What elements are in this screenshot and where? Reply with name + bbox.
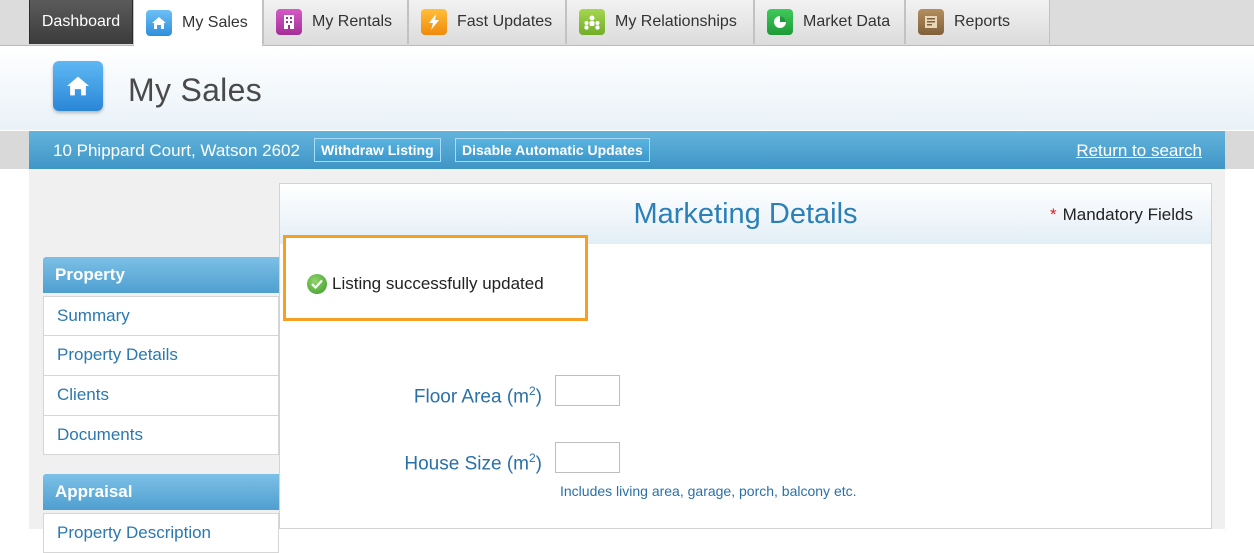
listing-bar: 10 Phippard Court, Watson 2602 Withdraw … — [0, 131, 1254, 169]
home-icon — [53, 61, 103, 111]
people-icon — [579, 9, 605, 35]
house-size-input[interactable] — [555, 442, 620, 473]
lightning-icon — [421, 9, 447, 35]
house-size-label-sup: 2 — [528, 451, 536, 465]
listing-bar-inner: 10 Phippard Court, Watson 2602 Withdraw … — [29, 131, 1225, 169]
tab-fast-updates[interactable]: Fast Updates — [408, 0, 566, 44]
page-header: My Sales — [0, 46, 1254, 130]
tab-my-sales-label: My Sales — [182, 14, 248, 31]
floor-area-label-text: Floor Area (m — [413, 386, 529, 408]
sidebar-item-property-description[interactable]: Property Description — [43, 513, 279, 553]
tab-dashboard[interactable]: Dashboard — [29, 0, 133, 44]
required-star: * — [1049, 205, 1057, 224]
page-title: My Sales — [128, 72, 262, 108]
success-message: Listing successfully updated — [332, 274, 544, 293]
tab-fast-updates-label: Fast Updates — [457, 13, 553, 30]
listing-address: 10 Phippard Court, Watson 2602 — [53, 141, 300, 160]
top-navigation: Dashboard My Sales My Rentals Fast Updat… — [0, 0, 1254, 46]
tab-my-relationships[interactable]: My Relationships — [566, 0, 754, 44]
tab-reports-label: Reports — [954, 13, 1011, 30]
report-icon — [918, 9, 944, 35]
tab-my-rentals-label: My Rentals — [312, 13, 393, 30]
disable-automatic-updates-button[interactable]: Disable Automatic Updates — [455, 138, 650, 162]
return-to-search-link[interactable]: Return to search — [1076, 141, 1202, 161]
check-circle-icon — [307, 274, 327, 294]
rentals-icon — [276, 9, 302, 35]
sidebar-heading-property: Property — [43, 257, 279, 293]
sidebar-item-documents[interactable]: Documents — [43, 416, 279, 455]
house-size-hint: Includes living area, garage, porch, bal… — [560, 483, 857, 499]
tab-my-sales[interactable]: My Sales — [133, 0, 263, 46]
tab-market-data-label: Market Data — [803, 13, 891, 30]
floor-area-label-close: ) — [535, 386, 542, 408]
house-size-label-close: ) — [535, 453, 542, 475]
sidebar-item-property-details[interactable]: Property Details — [43, 336, 279, 376]
floor-area-label-sup: 2 — [528, 384, 536, 398]
tab-market-data[interactable]: Market Data — [754, 0, 905, 44]
tab-dashboard-label: Dashboard — [41, 13, 121, 30]
house-size-label-text: House Size (m — [404, 453, 529, 475]
tab-my-rentals[interactable]: My Rentals — [263, 0, 408, 44]
home-icon — [146, 10, 172, 36]
tab-reports[interactable]: Reports — [905, 0, 1050, 44]
success-message-box: Listing successfully updated — [283, 235, 588, 321]
sidebar-item-summary[interactable]: Summary — [43, 296, 279, 336]
floor-area-label: Floor Area (m2) — [414, 384, 542, 408]
pie-chart-icon — [767, 9, 793, 35]
mandatory-fields-note: * Mandatory Fields — [1050, 205, 1193, 225]
marketing-details-panel: Marketing Details * Mandatory Fields List… — [279, 183, 1212, 529]
sidebar-heading-appraisal: Appraisal — [43, 474, 279, 510]
tab-my-relationships-label: My Relationships — [615, 13, 737, 30]
mandatory-fields-label: Mandatory Fields — [1062, 205, 1193, 224]
sidebar-item-clients[interactable]: Clients — [43, 376, 279, 416]
house-size-label: House Size (m2) — [404, 451, 542, 475]
withdraw-listing-button[interactable]: Withdraw Listing — [314, 138, 441, 162]
floor-area-input[interactable] — [555, 375, 620, 406]
